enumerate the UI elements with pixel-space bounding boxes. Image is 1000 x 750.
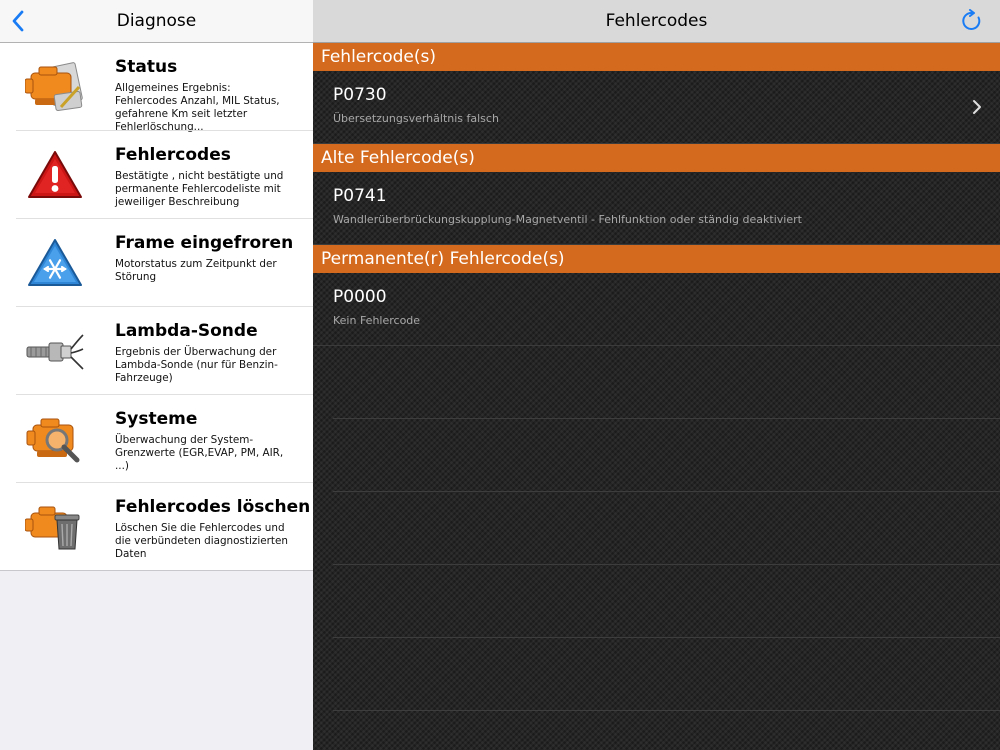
engine-report-icon (24, 57, 86, 117)
menu-item-fehlercodes-loeschen[interactable]: Fehlercodes löschen Löschen Sie die Fehl… (0, 483, 313, 571)
refresh-icon (962, 9, 981, 30)
fehlercodes-pane: Fehlercodes Fehlercode(s) P0730 Übersetz… (313, 0, 1000, 750)
code-row-p0000[interactable]: P0000 Kein Fehlercode (313, 273, 1000, 346)
snowflake-triangle-icon (24, 233, 86, 293)
warning-triangle-icon (24, 145, 86, 205)
menu-item-status[interactable]: Status Allgemeines Ergebnis: Fehlercodes… (0, 43, 313, 133)
menu-item-title: Fehlercodes (115, 145, 231, 165)
code-row-p0730[interactable]: P0730 Übersetzungsverhältnis falsch (313, 71, 1000, 144)
menu-item-description: Bestätigte , nicht bestätigte und perman… (115, 170, 284, 208)
empty-row (333, 565, 1000, 638)
menu-item-description: Löschen Sie die Fehlercodes und die verb… (115, 522, 288, 560)
menu-item-description: Motorstatus zum Zeitpunkt der Störung (115, 258, 277, 283)
section-header-old-codes: Alte Fehlercode(s) (313, 144, 1000, 172)
diagnose-pane: Diagnose Status Allgemeines Ergebnis: Fe… (0, 0, 313, 750)
right-navigation-bar: Fehlercodes (313, 0, 1000, 43)
empty-row (333, 492, 1000, 565)
engine-trash-icon (24, 497, 86, 557)
refresh-button[interactable] (960, 9, 984, 33)
left-navigation-bar: Diagnose (0, 0, 313, 43)
menu-item-fehlercodes[interactable]: Fehlercodes Bestätigte , nicht bestätigt… (0, 131, 313, 219)
fault-description: Übersetzungsverhältnis falsch (333, 112, 499, 125)
fault-code: P0730 (333, 85, 387, 105)
menu-item-title: Status (115, 57, 178, 77)
menu-item-description: Allgemeines Ergebnis: Fehlercodes Anzahl… (115, 82, 280, 133)
menu-item-lambda-sonde[interactable]: Lambda-Sonde Ergebnis der Überwachung de… (0, 307, 313, 395)
empty-row (333, 419, 1000, 492)
menu-item-frame-eingefroren[interactable]: Frame eingefroren Motorstatus zum Zeitpu… (0, 219, 313, 307)
section-header-permanent-codes: Permanente(r) Fehlercode(s) (313, 245, 1000, 273)
empty-row (333, 346, 1000, 419)
menu-item-title: Systeme (115, 409, 198, 429)
menu-item-title: Fehlercodes löschen (115, 497, 311, 517)
left-pane-title: Diagnose (116, 11, 197, 31)
fault-code: P0741 (333, 186, 387, 206)
diagnose-menu: Status Allgemeines Ergebnis: Fehlercodes… (0, 43, 313, 571)
engine-magnifier-icon (24, 409, 86, 469)
menu-item-systeme[interactable]: Systeme Überwachung der System-Grenzwert… (0, 395, 313, 483)
fault-description: Wandlerüberbrückungskupplung-Magnetventi… (333, 213, 802, 226)
oxygen-sensor-icon (24, 321, 86, 381)
menu-item-description: Überwachung der System-Grenzwerte (EGR,E… (115, 434, 284, 472)
empty-row (333, 638, 1000, 711)
code-row-p0741[interactable]: P0741 Wandlerüberbrückungskupplung-Magne… (313, 172, 1000, 245)
menu-item-description: Ergebnis der Überwachung der Lambda-Sond… (115, 346, 278, 384)
menu-item-title: Frame eingefroren (115, 233, 294, 253)
fault-code: P0000 (333, 287, 387, 307)
section-header-current-codes: Fehlercode(s) (313, 43, 1000, 71)
menu-item-title: Lambda-Sonde (115, 321, 258, 341)
chevron-right-icon (973, 100, 981, 114)
right-pane-title: Fehlercodes (605, 11, 708, 31)
fault-description: Kein Fehlercode (333, 314, 421, 327)
